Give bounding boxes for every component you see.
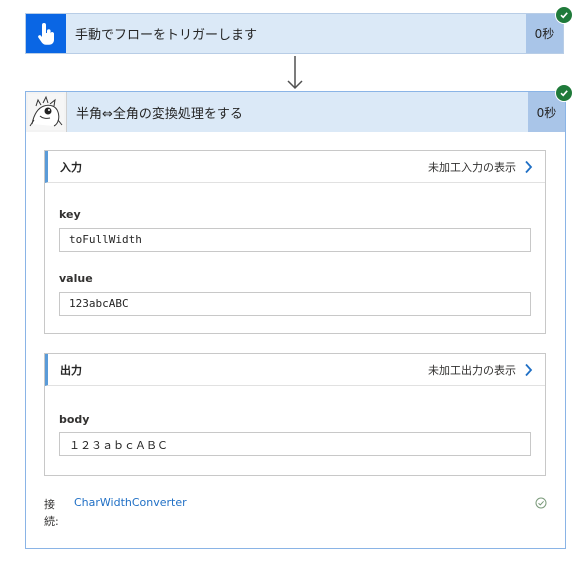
- field-value-key[interactable]: toFullWidth: [59, 228, 531, 252]
- field-value-body[interactable]: １２３ａｂｃＡＢＣ: [59, 432, 531, 456]
- show-raw-inputs-link[interactable]: 未加工入力の表示: [428, 159, 533, 175]
- chevron-right-icon: [525, 160, 533, 173]
- show-raw-outputs-label: 未加工出力の表示: [428, 363, 516, 377]
- field-label-key: key: [59, 208, 81, 221]
- trigger-title: 手動でフローをトリガーします: [75, 28, 258, 43]
- field-value-value[interactable]: 123abcABC: [59, 292, 531, 316]
- inputs-header: 入力 未加工入力の表示: [45, 151, 545, 183]
- action-title: 半角⇔全角の変換処理をする: [76, 106, 243, 122]
- connection-label: 接続:: [44, 498, 59, 528]
- trigger-card[interactable]: 手動でフローをトリガーします 0秒: [25, 13, 564, 54]
- field-label-body: body: [59, 413, 90, 426]
- custom-connector-avatar-icon: [26, 92, 67, 132]
- outputs-section: 出力 未加工出力の表示 body １２３ａｂｃＡＢＣ: [44, 353, 546, 476]
- hand-tap-icon: [26, 14, 66, 53]
- outputs-header: 出力 未加工出力の表示: [45, 354, 545, 386]
- action-card: 半角⇔全角の変換処理をする 0秒 入力 未加工入力の表示 key toFullW…: [25, 91, 566, 549]
- action-header[interactable]: 半角⇔全角の変換処理をする 0秒: [26, 92, 565, 132]
- inputs-section: 入力 未加工入力の表示 key toFullWidth value 123abc…: [44, 150, 546, 334]
- outputs-label: 出力: [60, 363, 82, 377]
- connection-name-link[interactable]: CharWidthConverter: [74, 496, 187, 509]
- action-success-check-icon: [555, 84, 573, 102]
- trigger-success-check-icon: [555, 6, 573, 24]
- inputs-label: 入力: [60, 160, 82, 174]
- flow-arrow-icon: [287, 56, 303, 90]
- chevron-right-icon: [525, 363, 533, 376]
- check-circle-icon: [535, 497, 547, 509]
- show-raw-inputs-label: 未加工入力の表示: [428, 160, 516, 174]
- show-raw-outputs-link[interactable]: 未加工出力の表示: [428, 362, 533, 378]
- field-label-value: value: [59, 272, 93, 285]
